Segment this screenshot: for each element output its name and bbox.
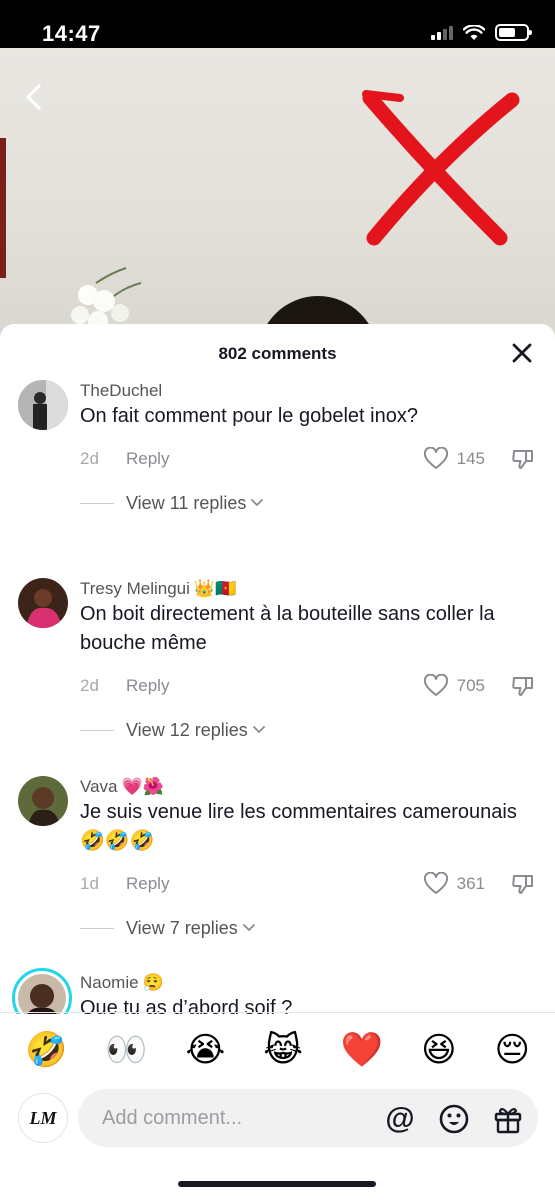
comment-input-row: LM @ bbox=[0, 1088, 555, 1152]
chevron-down-icon bbox=[250, 498, 264, 508]
dislike-button[interactable] bbox=[511, 872, 535, 896]
my-avatar[interactable]: LM bbox=[18, 1093, 68, 1143]
like-count: 361 bbox=[456, 874, 485, 893]
status-bar: 14:47 bbox=[0, 0, 555, 48]
comment-text: On boit directement à la bouteille sans … bbox=[80, 603, 495, 654]
comment-item: Vava 💗🌺 Je suis venue lire les commentai… bbox=[0, 768, 555, 964]
avatar[interactable] bbox=[18, 578, 68, 628]
heart-icon bbox=[423, 447, 448, 469]
avatar[interactable] bbox=[18, 380, 68, 430]
at-icon[interactable]: @ bbox=[384, 1103, 416, 1135]
comment-input[interactable] bbox=[102, 1106, 362, 1130]
comment-meta: 2d Reply 705 bbox=[80, 666, 535, 706]
emoji-laughing-button[interactable]: 😆 bbox=[421, 1033, 456, 1067]
reply-button[interactable]: Reply bbox=[126, 676, 169, 696]
username-emoji: 💗🌺 bbox=[121, 777, 164, 796]
dislike-button[interactable] bbox=[511, 674, 535, 698]
username-emoji: 😮‍💨 bbox=[142, 973, 164, 992]
chevron-down-icon bbox=[252, 725, 266, 735]
video-left-edge bbox=[0, 138, 6, 278]
avatar[interactable] bbox=[18, 776, 68, 826]
comment-username[interactable]: Vava 💗🌺 bbox=[80, 768, 535, 798]
comment-age: 2d bbox=[80, 676, 99, 695]
dislike-button[interactable] bbox=[511, 447, 535, 471]
cellular-signal-icon bbox=[431, 25, 453, 40]
heart-icon bbox=[423, 674, 448, 696]
emoji-quick-bar: 🤣 👀 😭 😹 ❤️ 😆 😔 bbox=[0, 1012, 555, 1086]
status-icons bbox=[431, 24, 532, 41]
chevron-down-icon bbox=[242, 923, 256, 933]
comments-list[interactable]: TheDuchel On fait comment pour le gobele… bbox=[0, 372, 555, 1014]
comment-username[interactable]: TheDuchel bbox=[80, 372, 535, 402]
view-replies-button[interactable]: View 11 replies bbox=[80, 479, 535, 527]
comments-sheet: 802 comments TheDuchel On fait comment p… bbox=[0, 324, 555, 1200]
input-icons: @ bbox=[384, 1103, 524, 1135]
comment-username[interactable]: Tresy Melingui 👑🇨🇲 bbox=[80, 570, 535, 600]
like-button[interactable]: 145 bbox=[423, 447, 485, 471]
emoji-cat-joy-button[interactable]: 😹 bbox=[263, 1033, 303, 1067]
battery-icon bbox=[495, 24, 532, 41]
comment-count: 802 comments bbox=[218, 344, 337, 363]
comment-age: 2d bbox=[80, 449, 99, 468]
dislike-icon bbox=[512, 875, 533, 894]
reply-button[interactable]: Reply bbox=[126, 874, 169, 894]
comment-text: On fait comment pour le gobelet inox? bbox=[80, 405, 418, 427]
comment-username[interactable]: Naomie 😮‍💨 bbox=[80, 964, 535, 994]
emoji-rofl-button[interactable]: 🤣 bbox=[25, 1033, 67, 1067]
username-emoji: 👑🇨🇲 bbox=[193, 579, 237, 598]
close-icon[interactable] bbox=[511, 342, 533, 364]
emoji-crying-button[interactable]: 😭 bbox=[186, 1033, 226, 1067]
comment-age: 1d bbox=[80, 874, 99, 893]
heart-icon bbox=[423, 872, 448, 894]
like-count: 145 bbox=[456, 449, 485, 468]
home-indicator bbox=[178, 1181, 376, 1187]
comment-text: Que tu as d’abord soif ? bbox=[80, 997, 293, 1014]
emoji-heart-button[interactable]: ❤️ bbox=[341, 1033, 383, 1067]
avatar[interactable] bbox=[12, 968, 72, 1014]
comment-meta: 1d Reply 361 bbox=[80, 864, 535, 904]
view-replies-button[interactable]: View 7 replies bbox=[80, 904, 535, 952]
like-count: 705 bbox=[456, 676, 485, 695]
view-replies-button[interactable]: View 12 replies bbox=[80, 706, 535, 754]
status-time: 14:47 bbox=[42, 21, 101, 46]
comment-text: Je suis venue lire les commentaires came… bbox=[80, 801, 517, 852]
comment-item: TheDuchel On fait comment pour le gobele… bbox=[0, 372, 555, 570]
dislike-icon bbox=[512, 450, 533, 469]
reply-button[interactable]: Reply bbox=[126, 449, 169, 469]
emoji-pensive-button[interactable]: 😔 bbox=[495, 1033, 530, 1067]
comment-input-container[interactable]: @ bbox=[78, 1089, 538, 1147]
emoji-eyes-button[interactable]: 👀 bbox=[105, 1033, 147, 1067]
red-x-mark bbox=[362, 90, 520, 246]
comment-item: Naomie 😮‍💨 Que tu as d’abord soif ? bbox=[0, 964, 555, 1014]
comment-item: Tresy Melingui 👑🇨🇲 On boit directement à… bbox=[0, 570, 555, 768]
like-button[interactable]: 361 bbox=[423, 872, 485, 896]
avatar-logo-text: LM bbox=[29, 1107, 57, 1128]
video-background bbox=[0, 48, 555, 348]
gift-icon[interactable] bbox=[492, 1103, 524, 1135]
dislike-icon bbox=[512, 677, 533, 696]
like-button[interactable]: 705 bbox=[423, 674, 485, 698]
emoji-icon[interactable] bbox=[438, 1103, 470, 1135]
back-chevron-icon[interactable] bbox=[20, 82, 50, 112]
wifi-icon bbox=[463, 24, 485, 40]
comment-meta: 2d Reply 145 bbox=[80, 439, 535, 479]
